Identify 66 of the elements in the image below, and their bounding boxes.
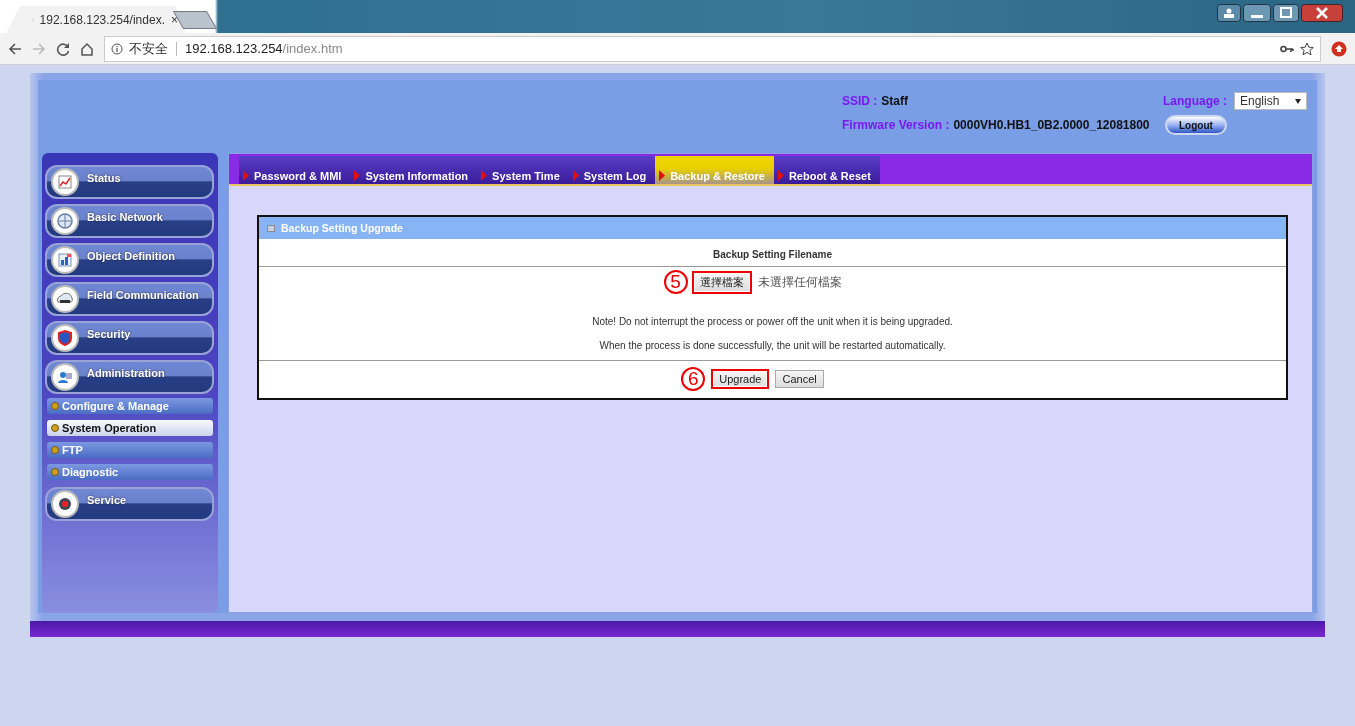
- new-tab-button[interactable]: [172, 11, 218, 29]
- panel-title: Backup Setting Upgrade: [281, 222, 403, 234]
- home-icon[interactable]: [80, 41, 94, 56]
- menu-icon: [51, 246, 79, 274]
- menu-item[interactable]: Administration: [45, 360, 214, 394]
- submenu-item[interactable]: System Operation: [47, 420, 213, 436]
- user-icon[interactable]: [1217, 4, 1241, 22]
- tab-close[interactable]: ×: [171, 12, 178, 27]
- menu-item[interactable]: Basic Network: [45, 204, 214, 238]
- submenu-item[interactable]: FTP: [47, 442, 213, 458]
- triangle-icon: [777, 170, 784, 181]
- submenu-item[interactable]: Configure & Manage: [47, 398, 213, 414]
- ssid-value: Staff: [881, 94, 908, 108]
- menu-item[interactable]: Status: [45, 165, 214, 199]
- tab[interactable]: System Time: [477, 156, 569, 184]
- file-status: 未選擇任何檔案: [757, 273, 842, 291]
- reload-icon[interactable]: [56, 41, 70, 56]
- firmware-label: Firmware Version :: [842, 118, 950, 132]
- menu-icon: [51, 324, 79, 352]
- close-icon[interactable]: [1301, 4, 1343, 22]
- tab-title: 192.168.123.254/index.: [39, 12, 165, 27]
- security-label: 不安全: [129, 39, 168, 58]
- menu-icon: [51, 285, 79, 313]
- browser-tab[interactable]: 192.168.123.254/index. ×: [6, 6, 186, 33]
- menu-item[interactable]: Field Communication: [45, 282, 214, 316]
- callout-number: 6: [681, 367, 706, 391]
- back-icon[interactable]: [8, 41, 22, 56]
- address-bar[interactable]: 不安全 192.168.123.254/index.htm: [104, 35, 1321, 62]
- tab[interactable]: System Log: [568, 156, 656, 184]
- maximize-icon[interactable]: [1273, 4, 1299, 22]
- menu-item[interactable]: Service: [45, 487, 214, 521]
- callout-number: 5: [663, 270, 688, 294]
- info-icon: [111, 42, 123, 55]
- ssid-label: SSID :: [842, 94, 878, 108]
- firmware-value: 0000VH0.HB1_0B2.0000_12081800: [953, 118, 1150, 132]
- key-icon[interactable]: [1280, 43, 1294, 54]
- note-text: When the process is done successfully, the unit will be restarted automatically.: [599, 340, 946, 351]
- url-text: 192.168.123.254/index.htm: [185, 41, 343, 56]
- tab[interactable]: Password & MMI: [239, 156, 351, 184]
- triangle-icon: [354, 170, 361, 181]
- triangle-icon: [659, 170, 666, 181]
- extension-icon[interactable]: [1331, 40, 1347, 57]
- language-label: Language :: [1163, 94, 1227, 108]
- menu-icon: [51, 207, 79, 235]
- column-header: Backup Setting Filename: [259, 239, 1286, 267]
- note-text: Note! Do not interrupt the process or power off the unit when it is being upgraded.: [592, 316, 953, 327]
- triangle-icon: [481, 170, 488, 181]
- tab[interactable]: Reboot & Reset: [773, 156, 880, 184]
- menu-icon: [51, 490, 79, 518]
- minimize-icon[interactable]: [1243, 4, 1271, 22]
- triangle-icon: [572, 170, 579, 181]
- tab[interactable]: System Information: [350, 156, 478, 184]
- logout-button[interactable]: Logout: [1165, 115, 1227, 135]
- panel-icon: [267, 224, 275, 232]
- triangle-icon: [243, 170, 249, 181]
- choose-file-button[interactable]: 選擇檔案: [691, 270, 752, 294]
- star-icon[interactable]: [1300, 41, 1314, 56]
- dropdown-caret-icon: [1295, 98, 1302, 104]
- menu-item[interactable]: Object Definition: [45, 243, 214, 277]
- menu-icon: [51, 168, 79, 196]
- upgrade-button[interactable]: Upgrade: [711, 369, 770, 389]
- submenu-item[interactable]: Diagnostic: [47, 464, 213, 480]
- cancel-button[interactable]: Cancel: [775, 370, 824, 388]
- menu-icon: [51, 363, 79, 391]
- language-select[interactable]: English: [1234, 92, 1308, 110]
- menu-item[interactable]: Security: [45, 321, 214, 355]
